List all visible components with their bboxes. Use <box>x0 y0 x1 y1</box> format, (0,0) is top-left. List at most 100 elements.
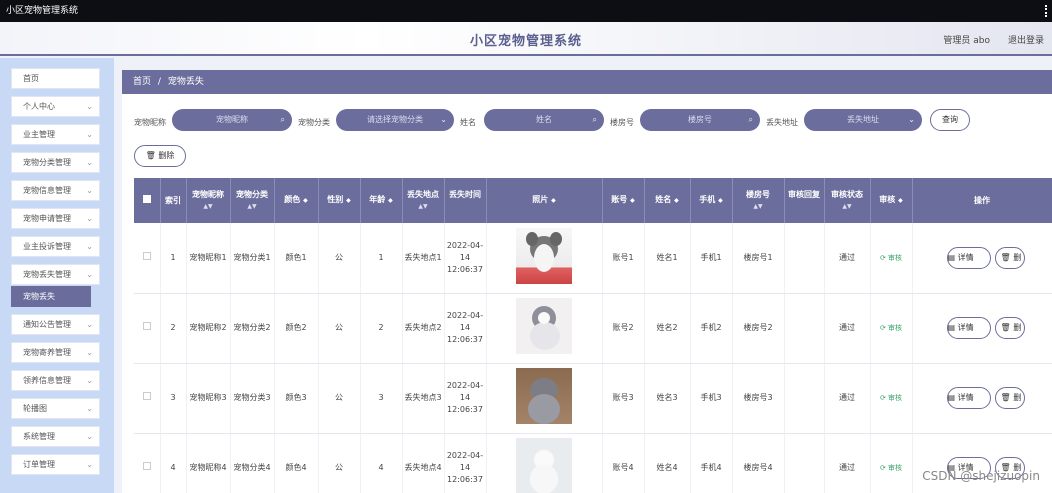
sidebar-item-orders[interactable]: 订单管理 ⌄ <box>11 454 100 475</box>
room-input[interactable]: 楼房号 ⌕ <box>640 109 760 131</box>
col-phone[interactable]: 手机 ◆ <box>690 178 733 223</box>
sidebar-item-pet-lost[interactable]: 宠物丢失 <box>11 286 91 307</box>
cell-audit[interactable]: ⟳ 审核 <box>870 223 913 294</box>
sidebar-item-label: 宠物申请管理 <box>23 214 71 223</box>
detail-button[interactable]: ▤ 详情 <box>946 317 991 339</box>
sort-icon: ◆ <box>718 197 723 204</box>
logout-link[interactable]: 退出登录 <box>1008 33 1044 46</box>
table-row: 1 宠物昵称1 宠物分类1 颜色1 公 1 丢失地点1 2022-04-14 1… <box>134 223 1052 294</box>
col-account[interactable]: 账号 ◆ <box>602 178 645 223</box>
row-checkbox[interactable] <box>134 293 161 364</box>
delete-row-button[interactable]: 🗑 删 <box>994 246 1025 269</box>
nickname-input[interactable]: 宠物昵称 ⌕ <box>172 109 292 131</box>
col-category[interactable]: 宠物分类 ▲▼ <box>230 178 275 223</box>
app-title: 小区宠物管理系统 <box>469 34 582 49</box>
col-reply[interactable]: 审核回复 <box>784 178 825 223</box>
cell-index: 2 <box>160 293 187 364</box>
delete-row-button[interactable]: 🗑 删 <box>994 387 1025 409</box>
sort-icon <box>785 201 824 213</box>
col-age[interactable]: 年龄 ◆ <box>360 178 403 223</box>
sidebar-item-adoption[interactable]: 领养信息管理 ⌄ <box>11 370 100 391</box>
col-status[interactable]: 审核状态 ▲▼ <box>824 178 871 223</box>
row-checkbox[interactable] <box>134 433 161 493</box>
sidebar-item-complaints[interactable]: 业主投诉管理 ⌄ <box>11 236 100 257</box>
cell-status: 通过 <box>824 363 871 434</box>
cell-category: 宠物分类3 <box>230 363 275 434</box>
sidebar-item-owners[interactable]: 业主管理 ⌄ <box>11 124 100 145</box>
breadcrumb-home[interactable]: 首页 <box>133 77 151 87</box>
audit-link[interactable]: ⟳ 审核 <box>880 394 902 402</box>
pet-photo-dog <box>516 227 572 284</box>
cell-place: 丢失地点1 <box>402 223 445 294</box>
sidebar-item-system[interactable]: 系统管理 ⌄ <box>11 426 100 447</box>
cell-index: 4 <box>160 433 187 493</box>
cell-photo <box>486 433 603 493</box>
cell-place: 丢失地点3 <box>402 363 445 434</box>
pet-photo-cat <box>516 298 572 354</box>
col-room[interactable]: 楼房号 ▲▼ <box>732 178 785 223</box>
sidebar-item-label: 订单管理 <box>23 460 55 469</box>
cell-ops: ▤ 详情 🗑 删 <box>912 223 1052 294</box>
cell-audit[interactable]: ⟳ 审核 <box>870 363 913 434</box>
chevron-down-icon: ⌄ <box>86 242 93 251</box>
col-color[interactable]: 颜色 ◆ <box>274 178 319 223</box>
trash-icon: 🗑 <box>145 151 156 160</box>
col-index[interactable]: 索引 <box>160 178 187 223</box>
chevron-down-icon: ⌄ <box>86 102 93 111</box>
search-icon: ⌕ <box>592 115 597 124</box>
col-place[interactable]: 丢失地点 ▲▼ <box>402 178 445 223</box>
sidebar-item-profile[interactable]: 个人中心 ⌄ <box>11 96 100 117</box>
cell-reply <box>784 293 825 364</box>
audit-link[interactable]: ⟳ 审核 <box>880 254 902 262</box>
cell-age: 4 <box>360 433 403 493</box>
detail-button[interactable]: ▤ 详情 <box>946 387 991 409</box>
row-checkbox[interactable] <box>134 223 161 294</box>
sidebar-item-pet-info[interactable]: 宠物信息管理 ⌄ <box>11 180 100 201</box>
col-time[interactable]: 丢失时间 <box>444 178 487 223</box>
sidebar-item-pet-category[interactable]: 宠物分类管理 ⌄ <box>11 152 100 173</box>
chevron-down-icon: ⌄ <box>86 214 93 223</box>
select-all-checkbox[interactable] <box>134 178 161 223</box>
delete-button[interactable]: 🗑 删除 <box>134 145 186 167</box>
sort-icon: ▲▼ <box>418 202 428 210</box>
cell-account: 账号2 <box>602 293 645 364</box>
audit-link[interactable]: ⟳ 审核 <box>880 464 902 472</box>
table-row: 3 宠物昵称3 宠物分类3 颜色3 公 3 丢失地点3 2022-04-14 1… <box>134 363 1052 434</box>
sidebar-item-pet-lost-manage[interactable]: 宠物丢失管理 ⌄ <box>11 264 100 285</box>
row-checkbox[interactable] <box>134 363 161 434</box>
name-input[interactable]: 姓名 ⌕ <box>484 109 604 131</box>
cell-audit[interactable]: ⟳ 审核 <box>870 433 913 493</box>
detail-button[interactable]: ▤ 详情 <box>946 246 991 269</box>
app-header: 小区宠物管理系统 管理员 abo 退出登录 <box>0 22 1052 56</box>
col-gender[interactable]: 性别 ◆ <box>318 178 361 223</box>
sidebar-item-pet-apply[interactable]: 宠物申请管理 ⌄ <box>11 208 100 229</box>
sidebar-item-label: 系统管理 <box>23 432 55 441</box>
delete-row-button[interactable]: 🗑 删 <box>994 317 1025 339</box>
col-photo[interactable]: 照片 ◆ <box>486 178 603 223</box>
sidebar-item-carousel[interactable]: 轮播图 ⌄ <box>11 398 100 419</box>
trash-icon: 🗑 <box>1000 323 1011 332</box>
sidebar-item-label: 业主管理 <box>23 130 55 139</box>
sidebar-item-home[interactable]: 首页 <box>11 68 100 89</box>
col-audit[interactable]: 审核 ◆ <box>870 178 913 223</box>
audit-icon: ⟳ <box>879 253 886 262</box>
sidebar-item-notices[interactable]: 通知公告管理 ⌄ <box>11 314 100 335</box>
sidebar-item-foster[interactable]: 宠物寄养管理 ⌄ <box>11 342 100 363</box>
cell-time: 2022-04-14 12:06:37 <box>444 223 487 294</box>
search-button[interactable]: 查询 <box>930 109 970 131</box>
col-nickname[interactable]: 宠物昵称 ▲▼ <box>186 178 231 223</box>
cell-category: 宠物分类4 <box>230 433 275 493</box>
cell-audit[interactable]: ⟳ 审核 <box>870 293 913 364</box>
cell-age: 3 <box>360 363 403 434</box>
location-select[interactable]: 丢失地址 ⌄ <box>804 109 922 131</box>
cell-account: 账号4 <box>602 433 645 493</box>
col-name[interactable]: 姓名 ◆ <box>644 178 691 223</box>
cell-name: 姓名4 <box>644 433 691 493</box>
chevron-down-icon: ⌄ <box>86 270 93 279</box>
pet-lost-table: 索引 宠物昵称 ▲▼ 宠物分类 ▲▼ 颜色 ◆ 性别 ◆ 年龄 ◆ 丢失地点 ▲▼ 丢… <box>134 178 1052 493</box>
window-menu-icon[interactable] <box>1045 5 1048 17</box>
cell-status: 通过 <box>824 433 871 493</box>
category-select[interactable]: 请选择宠物分类 ⌄ <box>336 109 454 131</box>
audit-link[interactable]: ⟳ 审核 <box>880 324 902 332</box>
cell-reply <box>784 223 825 294</box>
